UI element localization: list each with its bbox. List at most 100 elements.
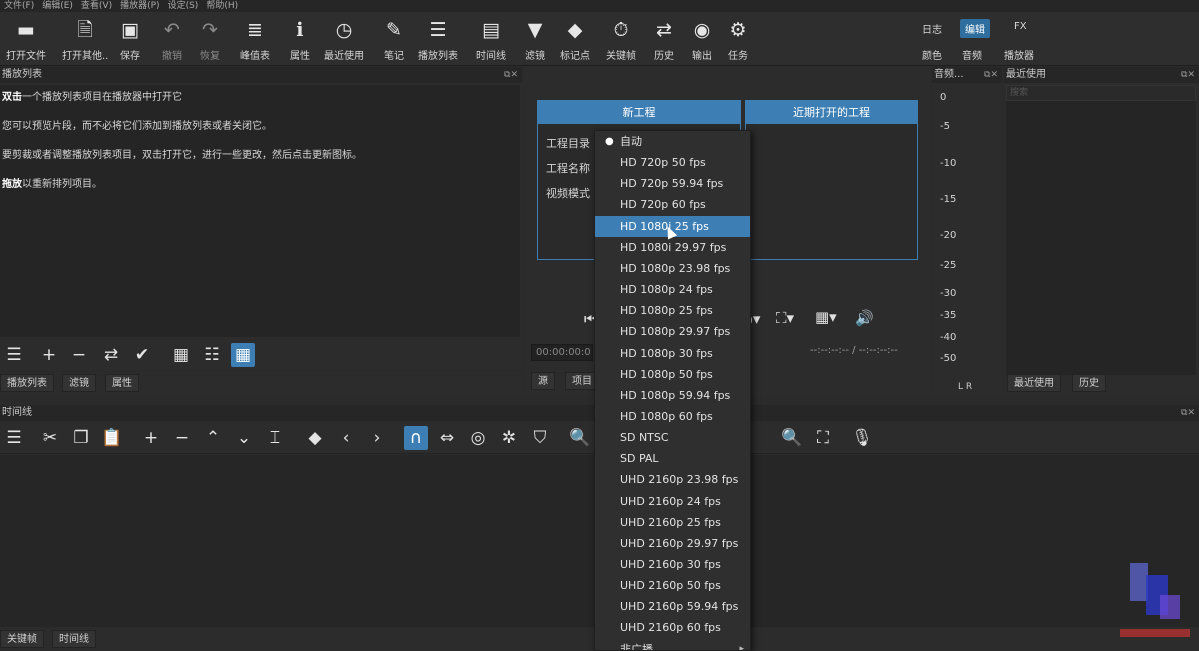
tab-source[interactable]: 源	[531, 372, 555, 390]
split-icon[interactable]: ⌶	[263, 426, 287, 450]
timeline-panel-close-icon[interactable]: ⧉✕	[1181, 405, 1195, 421]
video-mode-option[interactable]: HD 1080p 24 fps	[595, 279, 750, 300]
tab-history[interactable]: 历史	[1072, 374, 1106, 392]
toolbar-filter-button[interactable]: ▼ 滤镜	[523, 18, 547, 64]
video-mode-option[interactable]: HD 1080p 50 fps	[595, 364, 750, 385]
layout-mode-row2-0[interactable]: 颜色	[922, 47, 942, 62]
video-mode-option[interactable]: UHD 2160p 30 fps	[595, 554, 750, 575]
video-mode-dropdown[interactable]: 自动 ● HD 720p 50 fps HD 720p 59.94 fps HD 720…	[594, 130, 751, 651]
layout-mode-1[interactable]: 编辑	[960, 19, 990, 38]
video-mode-option[interactable]: HD 1080i 29.97 fps	[595, 237, 750, 258]
overwrite-icon[interactable]: ⌄	[232, 426, 256, 450]
volume-icon[interactable]: 🔊	[855, 309, 874, 327]
tab-keyframes[interactable]: 关键帧	[0, 630, 44, 648]
video-mode-option[interactable]: 非广播 ▸	[595, 639, 750, 650]
video-mode-option[interactable]: HD 720p 59.94 fps	[595, 173, 750, 194]
panel-float-close-icon[interactable]: ⧉✕	[504, 67, 518, 83]
next-marker-icon[interactable]: ›	[365, 426, 389, 450]
recent-list[interactable]	[1006, 85, 1196, 375]
ripple-icon[interactable]: ◎	[466, 426, 490, 450]
ripple-all-icon[interactable]: ✲	[497, 426, 521, 450]
cut-icon[interactable]: ✂	[38, 426, 62, 450]
menu-item-3[interactable]: 播放器(P)	[120, 0, 159, 12]
layout-mode-0[interactable]: 日志	[922, 21, 942, 36]
toolbar-marker-button[interactable]: ◆ 标记点	[560, 18, 590, 64]
marker-icon[interactable]: ◆	[303, 426, 327, 450]
snap-icon[interactable]: ∩	[404, 426, 428, 450]
toolbar-jobs-button[interactable]: ⚙ 任务	[726, 18, 750, 64]
video-mode-option[interactable]: UHD 2160p 29.97 fps	[595, 533, 750, 554]
toolbar-undo-button[interactable]: ↶ 撤销	[160, 18, 184, 64]
copy-icon[interactable]: ❐	[69, 426, 93, 450]
recent-search-input[interactable]: 搜索	[1006, 85, 1196, 101]
audio-panel-close-icon[interactable]: ⧉✕	[984, 67, 998, 83]
tab-playlist[interactable]: 播放列表	[0, 374, 54, 392]
video-mode-option[interactable]: UHD 2160p 24 fps	[595, 491, 750, 512]
zoom-fit-icon[interactable]: ⛶▾	[776, 309, 794, 327]
playlist-menu-icon[interactable]: ☰	[2, 343, 26, 367]
video-mode-option[interactable]: HD 720p 60 fps	[595, 194, 750, 215]
list-view-icon[interactable]: ☷	[200, 343, 224, 367]
toolbar-clock-button[interactable]: ◷ 最近使用	[324, 18, 364, 64]
tab-properties[interactable]: 属性	[105, 374, 139, 392]
video-mode-option[interactable]: SD PAL	[595, 448, 750, 469]
toolbar-open-file-button[interactable]: ▬ 打开文件	[6, 18, 46, 64]
menu-item-0[interactable]: 文件(F)	[4, 0, 34, 12]
scrub-icon[interactable]: ⇔	[435, 426, 459, 450]
video-mode-option[interactable]: HD 1080p 25 fps	[595, 300, 750, 321]
ripple-delete-icon[interactable]: −	[170, 426, 194, 450]
update-icon[interactable]: ⇄	[99, 343, 123, 367]
layout-mode-2[interactable]: FX	[1014, 21, 1027, 32]
add-icon[interactable]: +	[37, 343, 61, 367]
video-mode-option[interactable]: HD 1080p 30 fps	[595, 343, 750, 364]
toolbar-export-button[interactable]: ◉ 输出	[690, 18, 714, 64]
zoom-out-icon[interactable]: 🔍	[568, 426, 592, 450]
lift-icon[interactable]: ⌃	[201, 426, 225, 450]
menu-item-4[interactable]: 设定(S)	[168, 0, 199, 12]
layout-mode-row2-2[interactable]: 播放器	[1004, 47, 1034, 62]
menu-item-5[interactable]: 帮助(H)	[206, 0, 238, 12]
layout-mode-row2-1[interactable]: 音频	[962, 47, 982, 62]
paste-icon[interactable]: 📋	[100, 426, 124, 450]
check-icon[interactable]: ✔	[130, 343, 154, 367]
toolbar-open-other-button[interactable]: 🗎 打开其他..	[62, 18, 108, 64]
position-timecode[interactable]: 00:00:00:0	[531, 344, 593, 361]
recent-panel-close-icon[interactable]: ⧉✕	[1181, 67, 1195, 83]
toolbar-redo-button[interactable]: ↷ 恢复	[198, 18, 222, 64]
timeline-menu-icon[interactable]: ☰	[2, 426, 26, 450]
video-mode-option[interactable]: UHD 2160p 23.98 fps	[595, 469, 750, 490]
video-mode-option[interactable]: HD 1080p 29.97 fps	[595, 321, 750, 342]
toolbar-notes-button[interactable]: ✎ 笔记	[382, 18, 406, 64]
prev-marker-icon[interactable]: ‹	[334, 426, 358, 450]
toolbar-peak-meter-button[interactable]: ≣ 峰值表	[240, 18, 270, 64]
tab-recent[interactable]: 最近使用	[1007, 374, 1061, 392]
grid-view-icon[interactable]: ▦	[231, 343, 255, 367]
video-mode-option[interactable]: HD 1080p 60 fps	[595, 406, 750, 427]
tab-filters[interactable]: 滤镜	[62, 374, 96, 392]
toolbar-info-button[interactable]: ℹ 属性	[288, 18, 312, 64]
video-mode-option[interactable]: HD 1080p 23.98 fps	[595, 258, 750, 279]
record-audio-icon[interactable]: 🎙	[850, 426, 874, 450]
video-mode-option[interactable]: HD 1080p 59.94 fps	[595, 385, 750, 406]
append-icon[interactable]: +	[139, 426, 163, 450]
toolbar-playlist-button[interactable]: ☰ 播放列表	[418, 18, 458, 64]
zoom-in-icon[interactable]: 🔍	[780, 426, 804, 450]
toolbar-timeline-button[interactable]: ▤ 时间线	[476, 18, 506, 64]
menu-item-2[interactable]: 查看(V)	[81, 0, 112, 12]
toolbar-keyframe-button[interactable]: ⏱ 关键帧	[606, 18, 636, 64]
video-mode-option[interactable]: UHD 2160p 59.94 fps	[595, 596, 750, 617]
video-mode-option[interactable]: UHD 2160p 50 fps	[595, 575, 750, 596]
video-mode-option[interactable]: HD 720p 50 fps	[595, 152, 750, 173]
video-mode-option[interactable]: UHD 2160p 60 fps	[595, 617, 750, 638]
toolbar-history-button[interactable]: ⇄ 历史	[652, 18, 676, 64]
grid-icon[interactable]: ▦▾	[815, 308, 837, 326]
menu-item-1[interactable]: 编辑(E)	[42, 0, 73, 12]
video-mode-option[interactable]: 自动 ●	[595, 131, 750, 152]
toolbar-save-button[interactable]: ▣ 保存	[118, 18, 142, 64]
details-view-icon[interactable]: ▦	[169, 343, 193, 367]
remove-icon[interactable]: −	[67, 343, 91, 367]
ripple-markers-icon[interactable]: ⛉	[528, 426, 552, 450]
video-mode-option[interactable]: SD NTSC	[595, 427, 750, 448]
zoom-fit-timeline-icon[interactable]: ⛶	[811, 426, 835, 450]
video-mode-option[interactable]: UHD 2160p 25 fps	[595, 512, 750, 533]
